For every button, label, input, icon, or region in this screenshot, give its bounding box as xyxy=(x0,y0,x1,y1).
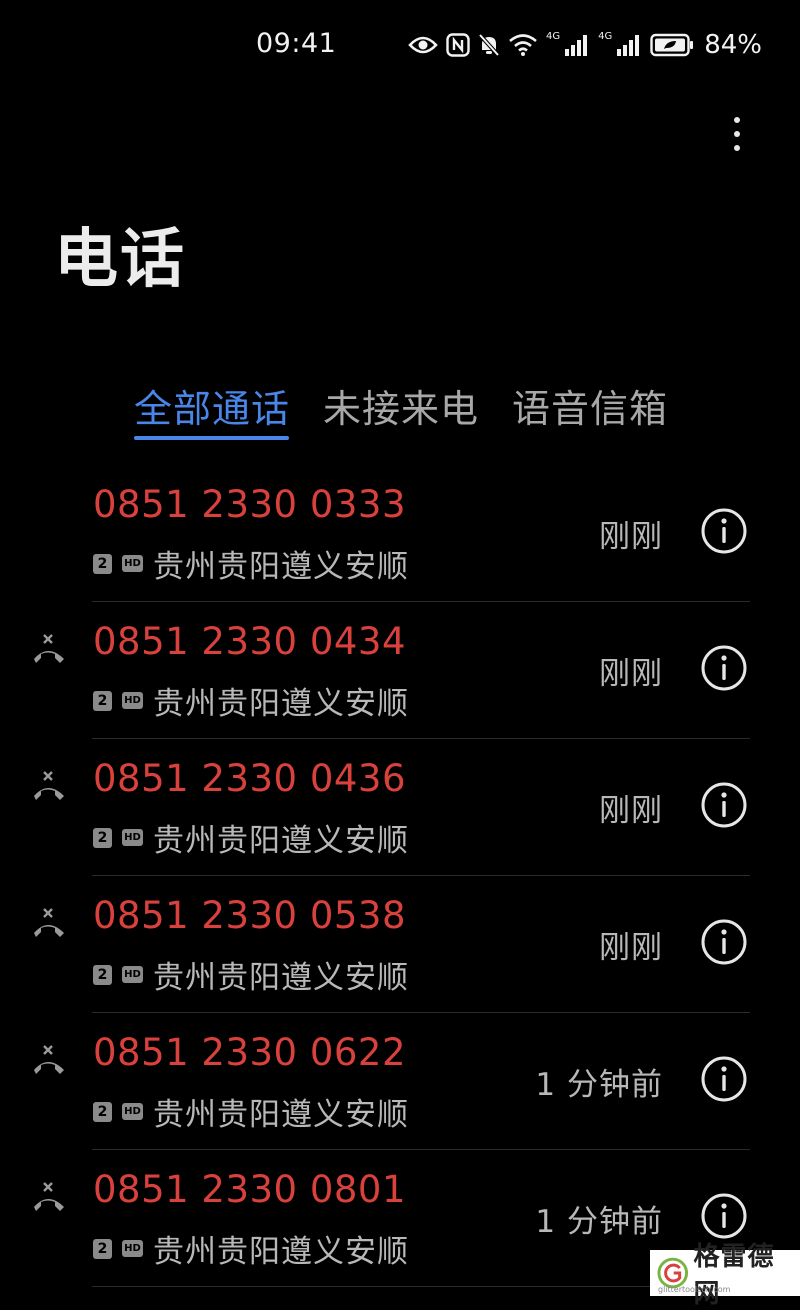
call-location: 贵州贵阳遵义安顺 xyxy=(153,1234,409,1270)
hd-badge: HD xyxy=(122,555,143,572)
battery-icon xyxy=(650,33,694,57)
hd-badge: HD xyxy=(122,966,143,983)
status-time: 09:41 xyxy=(256,28,337,59)
call-time: 刚刚 xyxy=(599,656,663,692)
call-time: 1 分钟前 xyxy=(535,1204,663,1240)
info-icon[interactable] xyxy=(700,1192,748,1240)
call-location: 贵州贵阳遵义安顺 xyxy=(153,1097,409,1133)
call-time: 1 分钟前 xyxy=(535,1067,663,1103)
call-row[interactable]: 0851 2330 0434 2 HD 贵州贵阳遵义安顺 刚刚 xyxy=(0,602,800,739)
info-icon[interactable] xyxy=(700,781,748,829)
missed-call-icon xyxy=(30,769,70,803)
call-row[interactable]: 0851 2330 0538 2 HD 贵州贵阳遵义安顺 刚刚 xyxy=(0,876,800,1013)
call-list: 0851 2330 0333 2 HD 贵州贵阳遵义安顺 刚刚 0851 2330 043… xyxy=(0,465,800,1287)
hd-badge: HD xyxy=(122,692,143,709)
menu-dot xyxy=(734,117,740,123)
status-bar: 09:41 4G 4G 84% xyxy=(0,0,800,88)
menu-dot xyxy=(734,131,740,137)
signal-label: 4G xyxy=(545,30,561,42)
page-title: 电话 xyxy=(54,223,186,297)
info-icon[interactable] xyxy=(700,918,748,966)
missed-call-icon xyxy=(30,1043,70,1077)
missed-call-icon xyxy=(30,906,70,940)
sim-badge: 2 xyxy=(93,1101,112,1122)
call-number: 0851 2330 0801 xyxy=(93,1168,407,1211)
info-icon[interactable] xyxy=(700,1055,748,1103)
call-meta: 2 HD 贵州贵阳遵义安顺 xyxy=(93,678,409,723)
sim-badge: 2 xyxy=(93,1238,112,1259)
status-icons: 4G 4G 84% xyxy=(408,30,762,60)
call-number: 0851 2330 0622 xyxy=(93,1031,407,1074)
hd-badge: HD xyxy=(122,1240,143,1257)
watermark-text: 格雷德网 xyxy=(693,1242,775,1309)
tab-voicemail[interactable]: 语音信箱 xyxy=(512,378,668,433)
eye-icon xyxy=(408,36,438,54)
sim-badge: 2 xyxy=(93,553,112,574)
call-time: 刚刚 xyxy=(599,930,663,966)
call-location: 贵州贵阳遵义安顺 xyxy=(153,686,409,722)
call-number: 0851 2330 0538 xyxy=(93,894,407,937)
missed-call-icon xyxy=(30,1180,70,1214)
call-meta: 2 HD 贵州贵阳遵义安顺 xyxy=(93,1226,409,1271)
call-row[interactable]: 0851 2330 0622 2 HD 贵州贵阳遵义安顺 1 分钟前 xyxy=(0,1013,800,1150)
sim-badge: 2 xyxy=(93,827,112,848)
call-meta: 2 HD 贵州贵阳遵义安顺 xyxy=(93,952,409,997)
signal-icon xyxy=(617,35,640,56)
tab-all-calls[interactable]: 全部通话 xyxy=(134,378,290,433)
signal-icon xyxy=(565,35,588,56)
more-vertical-icon[interactable] xyxy=(718,108,756,160)
call-meta: 2 HD 贵州贵阳遵义安顺 xyxy=(93,1089,409,1134)
call-number: 0851 2330 0434 xyxy=(93,620,407,663)
tab-missed-calls[interactable]: 未接来电 xyxy=(323,378,479,433)
menu-dot xyxy=(734,145,740,151)
call-location: 贵州贵阳遵义安顺 xyxy=(153,823,409,859)
call-row[interactable]: 0851 2330 0436 2 HD 贵州贵阳遵义安顺 刚刚 xyxy=(0,739,800,876)
call-location: 贵州贵阳遵义安顺 xyxy=(153,549,409,585)
call-number: 0851 2330 0436 xyxy=(93,757,407,800)
call-location: 贵州贵阳遵义安顺 xyxy=(153,960,409,996)
sim-badge: 2 xyxy=(93,690,112,711)
signal-label: 4G xyxy=(598,30,613,42)
call-row[interactable]: 0851 2330 0333 2 HD 贵州贵阳遵义安顺 刚刚 xyxy=(0,465,800,602)
wifi-icon xyxy=(509,34,537,56)
call-meta: 2 HD 贵州贵阳遵义安顺 xyxy=(93,541,409,586)
tab-bar: 全部通话 未接来电 语音信箱 xyxy=(0,378,800,448)
mute-icon xyxy=(478,33,500,57)
missed-call-icon xyxy=(30,632,70,666)
call-meta: 2 HD 贵州贵阳遵义安顺 xyxy=(93,815,409,860)
battery-percent: 84% xyxy=(704,30,762,60)
hd-badge: HD xyxy=(122,829,143,846)
call-number: 0851 2330 0333 xyxy=(93,483,407,526)
call-time: 刚刚 xyxy=(599,793,663,829)
tab-indicator xyxy=(134,436,289,440)
watermark: 格雷德网 glittertoolscn.com xyxy=(650,1242,800,1309)
info-icon[interactable] xyxy=(700,507,748,555)
call-time: 刚刚 xyxy=(599,519,663,555)
nfc-icon xyxy=(446,33,470,57)
info-icon[interactable] xyxy=(700,644,748,692)
hd-badge: HD xyxy=(122,1103,143,1120)
sim-badge: 2 xyxy=(93,964,112,985)
watermark-subtext: glittertoolscn.com xyxy=(658,1285,731,1294)
